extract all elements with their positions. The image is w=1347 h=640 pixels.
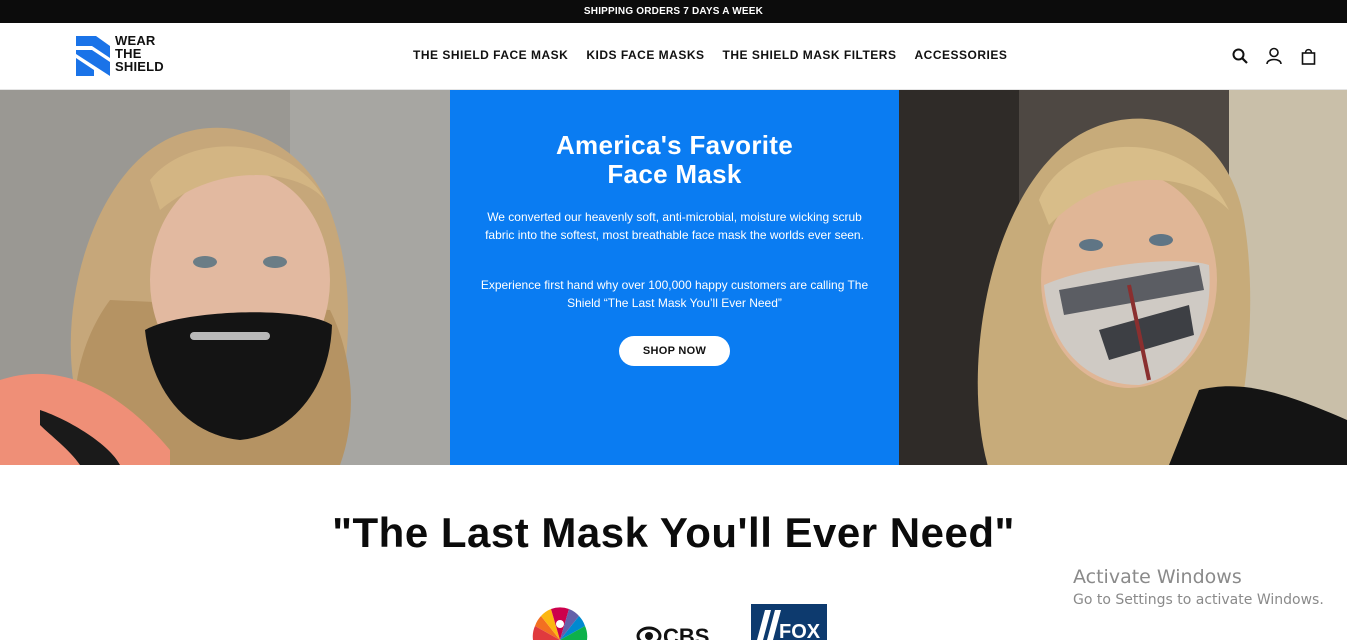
tagline-heading: "The Last Mask You'll Ever Need": [332, 509, 1015, 556]
hero-photo-left: [0, 90, 450, 465]
announcement-bar: SHIPPING ORDERS 7 DAYS A WEEK: [0, 0, 1347, 23]
announcement-text: SHIPPING ORDERS 7 DAYS A WEEK: [583, 6, 764, 17]
shield-logo-icon: [76, 36, 110, 76]
hero-panel: America's Favorite Face Mask We converte…: [450, 90, 899, 465]
hero-banner: America's Favorite Face Mask We converte…: [0, 90, 1347, 465]
nbc-logo: [527, 604, 593, 640]
nav-item-shield-face-mask[interactable]: THE SHIELD FACE MASK: [413, 48, 568, 62]
nav-item-mask-filters[interactable]: THE SHIELD MASK FILTERS: [723, 48, 897, 62]
hero-description: We converted our heavenly soft, anti-mic…: [485, 210, 864, 242]
shop-now-button[interactable]: SHOP NOW: [619, 336, 730, 366]
svg-text:CBS: CBS: [663, 624, 709, 640]
svg-text:FOX: FOX: [779, 621, 821, 640]
brand-logo[interactable]: WEAR THE SHIELD: [74, 34, 164, 78]
watermark-subtitle: Go to Settings to activate Windows.: [1073, 592, 1324, 608]
main-nav: THE SHIELD FACE MASK KIDS FACE MASKS THE…: [413, 48, 1025, 62]
header-actions: [1231, 47, 1333, 65]
brand-wordmark: WEAR THE SHIELD: [115, 34, 164, 73]
hero-title-line-1: America's Favorite: [555, 130, 794, 160]
hero-social-proof: Experience first hand why over 100,000 h…: [480, 278, 869, 310]
hero-photo-right: [899, 90, 1347, 465]
cart-icon[interactable]: [1299, 47, 1317, 65]
site-header: WEAR THE SHIELD THE SHIELD FACE MASK KID…: [0, 23, 1347, 90]
cbs-logo: CBS: [636, 604, 712, 640]
brand-line-3: SHIELD: [115, 59, 164, 74]
hero-title-line-2: Face Mask: [607, 159, 742, 189]
watermark-title: Activate Windows: [1073, 566, 1242, 588]
nav-item-kids-face-masks[interactable]: KIDS FACE MASKS: [586, 48, 704, 62]
windows-activation-watermark: Activate Windows Go to Settings to activ…: [1073, 566, 1324, 608]
hero-title: America's Favorite Face Mask: [450, 131, 899, 189]
fox-logo: FOX: [751, 604, 827, 640]
nav-item-accessories[interactable]: ACCESSORIES: [914, 48, 1007, 62]
search-icon[interactable]: [1231, 47, 1249, 65]
account-icon[interactable]: [1265, 47, 1283, 65]
